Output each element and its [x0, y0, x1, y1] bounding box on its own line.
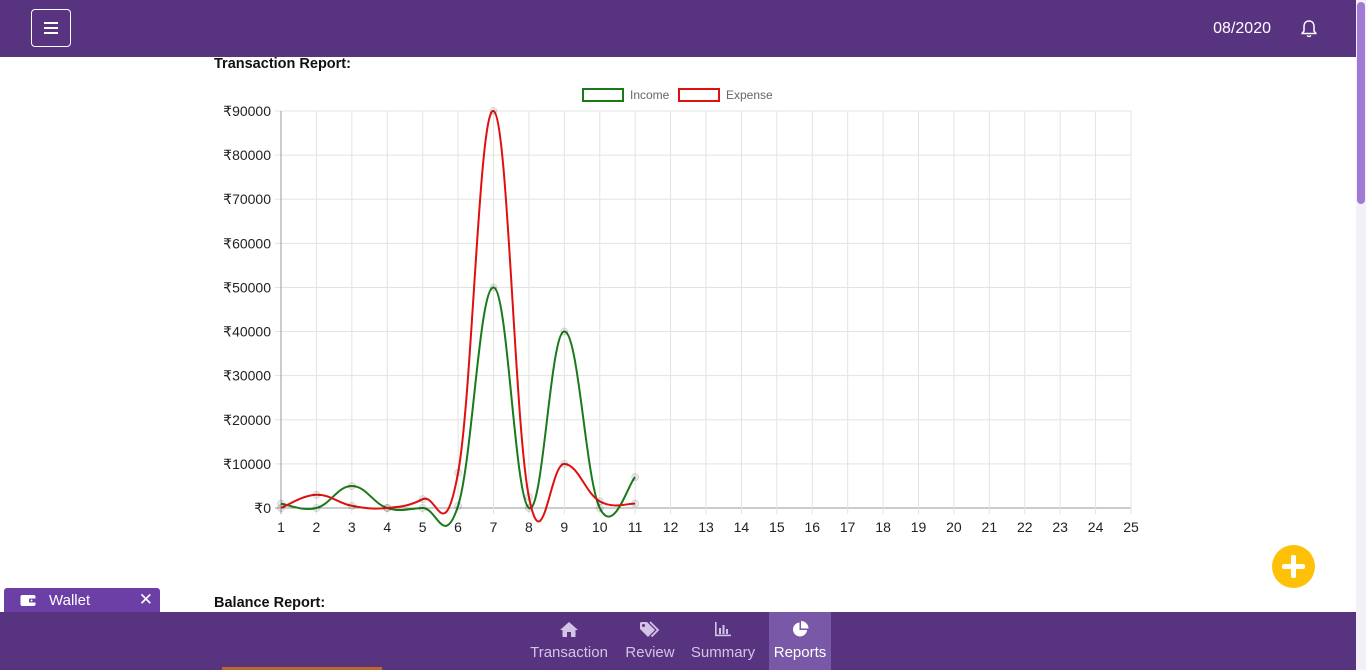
transaction-chart: ₹0 ₹10000 ₹20000 ₹30000 ₹40000 ₹50000 ₹60000 ₹7…: [223, 88, 1139, 535]
chart-legend: Income Expense: [582, 88, 773, 102]
x-tick-label: 25: [1123, 519, 1139, 535]
x-tick-label: 3: [348, 519, 356, 535]
nav-review[interactable]: Review: [620, 612, 680, 670]
wallet-close-button[interactable]: ✕: [139, 590, 153, 610]
bar-chart-icon: [714, 619, 732, 639]
y-tick-label: ₹20000: [223, 412, 271, 428]
x-tick-label: 10: [592, 519, 608, 535]
x-tick-label: 16: [804, 519, 820, 535]
x-tick-label: 17: [840, 519, 856, 535]
y-tick-label: ₹40000: [223, 324, 271, 340]
x-tick-label: 23: [1052, 519, 1068, 535]
add-transaction-button[interactable]: [1272, 545, 1315, 588]
pie-chart-icon: [791, 619, 810, 639]
x-tick-label: 24: [1088, 519, 1104, 535]
bottom-navbar: Transaction Review Summary Reports: [0, 612, 1356, 670]
y-tick-label: ₹50000: [223, 279, 271, 295]
nav-transaction[interactable]: Transaction: [524, 612, 614, 670]
nav-transaction-label: Transaction: [530, 644, 608, 661]
x-tick-label: 11: [628, 519, 643, 535]
data-point-expense[interactable]: [383, 504, 392, 512]
data-point-income[interactable]: [631, 473, 640, 482]
wallet-icon: [20, 594, 36, 607]
legend-swatch-income[interactable]: [582, 88, 624, 102]
x-axis-ticks: 1 2 3 4 5 6 7 8 9 10 11 12 13 14 15 16 17 18 19 20 21 22 23 24 2…: [277, 519, 1139, 535]
data-point-income[interactable]: [560, 327, 569, 336]
x-tick-label: 20: [946, 519, 962, 535]
x-tick-label: 14: [734, 519, 750, 535]
legend-swatch-expense[interactable]: [678, 88, 720, 102]
nav-summary[interactable]: Summary: [686, 612, 760, 670]
data-point-expense[interactable]: [418, 495, 427, 504]
y-tick-label: ₹90000: [223, 103, 271, 119]
x-tick-label: 5: [419, 519, 427, 535]
data-point-income[interactable]: [347, 481, 356, 490]
x-tick-label: 19: [911, 519, 927, 535]
y-tick-label: ₹70000: [223, 191, 271, 207]
x-tick-label: 4: [383, 519, 391, 535]
tags-icon: [639, 619, 661, 639]
wallet-tab-label: Wallet: [49, 591, 91, 609]
data-point-income[interactable]: [595, 504, 604, 512]
data-point-expense[interactable]: [524, 492, 533, 501]
data-point-expense[interactable]: [454, 468, 463, 477]
data-point-income[interactable]: [312, 504, 321, 512]
x-tick-label: 6: [454, 519, 462, 535]
x-tick-label: 1: [277, 519, 285, 535]
data-point-expense[interactable]: [312, 490, 321, 499]
nav-reports-label: Reports: [773, 644, 827, 661]
y-tick-label: ₹60000: [223, 235, 271, 251]
home-icon: [559, 619, 579, 639]
app-page: 08/2020 Transaction Report: ₹0 ₹10000 ₹200…: [0, 0, 1366, 670]
x-tick-label: 21: [982, 519, 998, 535]
nav-reports[interactable]: Reports: [769, 612, 831, 670]
x-tick-label: 22: [1017, 519, 1033, 535]
y-tick-label: ₹0: [254, 500, 271, 516]
data-point-expense[interactable]: [560, 459, 569, 468]
y-tick-label: ₹10000: [223, 456, 271, 472]
x-tick-label: 2: [313, 519, 321, 535]
x-tick-label: 12: [663, 519, 679, 535]
y-tick-label: ₹80000: [223, 147, 271, 163]
data-point-expense[interactable]: [347, 501, 356, 510]
nav-summary-label: Summary: [690, 644, 756, 661]
data-point-income[interactable]: [418, 504, 427, 512]
x-tick-label: 7: [490, 519, 498, 535]
x-tick-label: 9: [560, 519, 568, 535]
nav-review-label: Review: [625, 644, 675, 661]
x-tick-label: 8: [525, 519, 533, 535]
chart-grid: [275, 110, 1132, 514]
legend-label-income[interactable]: Income: [630, 88, 670, 102]
data-point-income[interactable]: [454, 501, 463, 510]
data-point-expense[interactable]: [489, 107, 498, 115]
wallet-tab[interactable]: Wallet ✕: [4, 588, 160, 612]
x-tick-label: 15: [769, 519, 785, 535]
data-point-income[interactable]: [489, 283, 498, 292]
balance-report-title: Balance Report:: [214, 595, 326, 611]
x-tick-label: 18: [875, 519, 891, 535]
data-point-expense[interactable]: [277, 504, 285, 512]
x-tick-label: 13: [698, 519, 714, 535]
data-point-expense[interactable]: [631, 499, 640, 508]
scrollbar-thumb[interactable]: [1357, 2, 1365, 204]
data-point-expense[interactable]: [595, 497, 604, 506]
y-tick-label: ₹30000: [223, 368, 271, 384]
legend-label-expense[interactable]: Expense: [726, 88, 773, 102]
y-axis-ticks: ₹0 ₹10000 ₹20000 ₹30000 ₹40000 ₹50000 ₹60000 ₹7…: [223, 103, 271, 516]
